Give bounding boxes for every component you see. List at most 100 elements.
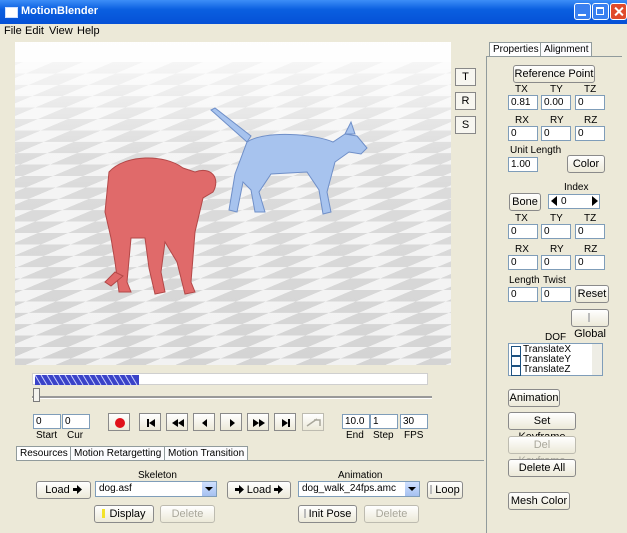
dof-list[interactable]: TranslateX TranslateY TranslateZ	[508, 343, 603, 376]
bone-button[interactable]: Bone	[509, 193, 541, 211]
twist-label: Twist	[543, 275, 566, 286]
menu-bar: File Edit View Help	[0, 24, 627, 39]
goto-end-button[interactable]	[274, 413, 296, 431]
bottom-panel-border	[16, 460, 484, 461]
ref-rx-field[interactable]: 0	[508, 126, 538, 141]
play-button[interactable]	[220, 413, 242, 431]
bone-twist-field[interactable]: 0	[541, 287, 571, 302]
3d-viewport[interactable]	[15, 42, 451, 365]
current-frame-field[interactable]: 0	[62, 414, 90, 429]
ref-rz-field[interactable]: 0	[575, 126, 605, 141]
ref-tz-field[interactable]: 0	[575, 95, 605, 110]
rx-label: RX	[515, 115, 529, 126]
set-keyframe-button[interactable]: Set Keyframe	[508, 412, 576, 443]
start-frame-field[interactable]: 0	[33, 414, 61, 429]
global-button[interactable]: Global	[571, 309, 609, 340]
menu-view[interactable]: View	[49, 25, 73, 37]
scale-mode-button[interactable]: S	[455, 116, 476, 134]
step-backward-button[interactable]	[193, 413, 215, 431]
animation-label: Animation	[338, 470, 383, 481]
delete-all-button[interactable]: Delete All	[508, 459, 576, 477]
index-label: Index	[564, 182, 589, 193]
skeleton-label: Skeleton	[138, 470, 177, 481]
bone-length-field[interactable]: 0	[508, 287, 538, 302]
menu-help[interactable]: Help	[77, 25, 100, 37]
bone-ry-field[interactable]: 0	[541, 255, 571, 270]
timeline-slider-track[interactable]	[32, 396, 432, 399]
dof-list-scrollbar[interactable]	[592, 344, 602, 375]
menu-edit[interactable]: Edit	[25, 25, 44, 37]
mesh-color-button[interactable]: Mesh Color	[508, 492, 570, 510]
bone-ry-label: RY	[550, 244, 564, 255]
chevron-down-icon[interactable]	[405, 482, 419, 496]
bone-tx-field[interactable]: 0	[508, 224, 538, 239]
tab-properties[interactable]: Properties	[489, 42, 543, 56]
tab-motion-transition[interactable]: Motion Transition	[164, 446, 249, 460]
fast-backward-button[interactable]	[166, 413, 188, 431]
dof-checkbox[interactable]	[511, 366, 521, 376]
end-time-field[interactable]: 10.0	[342, 414, 370, 429]
loop-icon	[306, 418, 321, 427]
tab-alignment[interactable]: Alignment	[540, 42, 593, 56]
ref-tx-field[interactable]: 0.81	[508, 95, 538, 110]
bone-tx-label: TX	[515, 213, 528, 224]
fps-label: FPS	[404, 430, 424, 441]
goto-start-button[interactable]	[139, 413, 161, 431]
minimize-button[interactable]	[574, 3, 591, 20]
animation-button[interactable]: Animation	[508, 389, 560, 407]
fast-forward-button[interactable]	[247, 413, 269, 431]
app-icon	[5, 7, 18, 18]
tab-motion-retargetting[interactable]: Motion Retargetting	[70, 446, 166, 460]
end-label: End	[346, 430, 364, 441]
arrow-right-icon[interactable]	[591, 196, 599, 206]
keyframe-strip[interactable]	[32, 373, 428, 385]
bone-rx-field[interactable]: 0	[508, 255, 538, 270]
bone-rz-field[interactable]: 0	[575, 255, 605, 270]
step-backward-icon	[202, 419, 207, 427]
load-skeleton-button[interactable]: Load	[36, 481, 91, 499]
reference-point-button[interactable]: Reference Point	[513, 65, 595, 83]
fps-field[interactable]: 30	[400, 414, 428, 429]
bone-ty-label: TY	[550, 213, 563, 224]
del-keyframe-button[interactable]: Del Keyframe	[508, 436, 576, 467]
unit-length-field[interactable]: 1.00	[508, 157, 538, 172]
animation-file-select[interactable]: dog_walk_24fps.amc	[298, 481, 420, 497]
menu-file[interactable]: File	[4, 25, 22, 37]
cur-label: Cur	[67, 430, 84, 441]
ref-ty-field[interactable]: 0.00	[541, 95, 571, 110]
unit-length-label: Unit Length	[510, 145, 562, 156]
display-indicator	[102, 509, 106, 518]
bone-tz-label: TZ	[584, 213, 597, 224]
loop-button[interactable]: Loop	[427, 481, 463, 499]
arrow-right-icon	[274, 485, 284, 494]
arrow-left-icon[interactable]	[550, 196, 558, 206]
rotate-mode-button[interactable]: R	[455, 92, 476, 110]
init-pose-button[interactable]: Init Pose	[298, 505, 357, 523]
maximize-button[interactable]	[592, 3, 609, 20]
play-icon	[230, 419, 235, 427]
load-animation-button[interactable]: Load	[227, 481, 291, 499]
translate-mode-button[interactable]: T	[455, 68, 476, 86]
delete-animation-button[interactable]: Delete	[364, 505, 419, 523]
close-button[interactable]	[610, 3, 627, 20]
chevron-down-icon[interactable]	[202, 482, 216, 496]
step-label: Step	[373, 430, 394, 441]
reference-color-button[interactable]: Color	[567, 155, 605, 173]
display-button[interactable]: Display	[94, 505, 154, 523]
ref-ry-field[interactable]: 0	[541, 126, 571, 141]
record-button[interactable]	[108, 413, 130, 431]
properties-panel-left-border	[486, 56, 487, 533]
skeleton-file-select[interactable]: dog.asf	[95, 481, 217, 497]
loop-toggle-button[interactable]	[302, 413, 324, 431]
bone-tz-field[interactable]: 0	[575, 224, 605, 239]
tz-label: TZ	[584, 84, 597, 95]
keyframe-markers	[35, 375, 139, 385]
timeline-slider-thumb[interactable]	[33, 388, 40, 402]
tab-resources[interactable]: Resources	[16, 446, 72, 460]
step-field[interactable]: 1	[370, 414, 398, 429]
dof-item-translatez[interactable]: TranslateZ	[511, 364, 591, 376]
bone-ty-field[interactable]: 0	[541, 224, 571, 239]
fast-backward-icon	[172, 419, 184, 427]
reset-button[interactable]: Reset	[575, 285, 609, 303]
delete-skeleton-button[interactable]: Delete	[160, 505, 215, 523]
